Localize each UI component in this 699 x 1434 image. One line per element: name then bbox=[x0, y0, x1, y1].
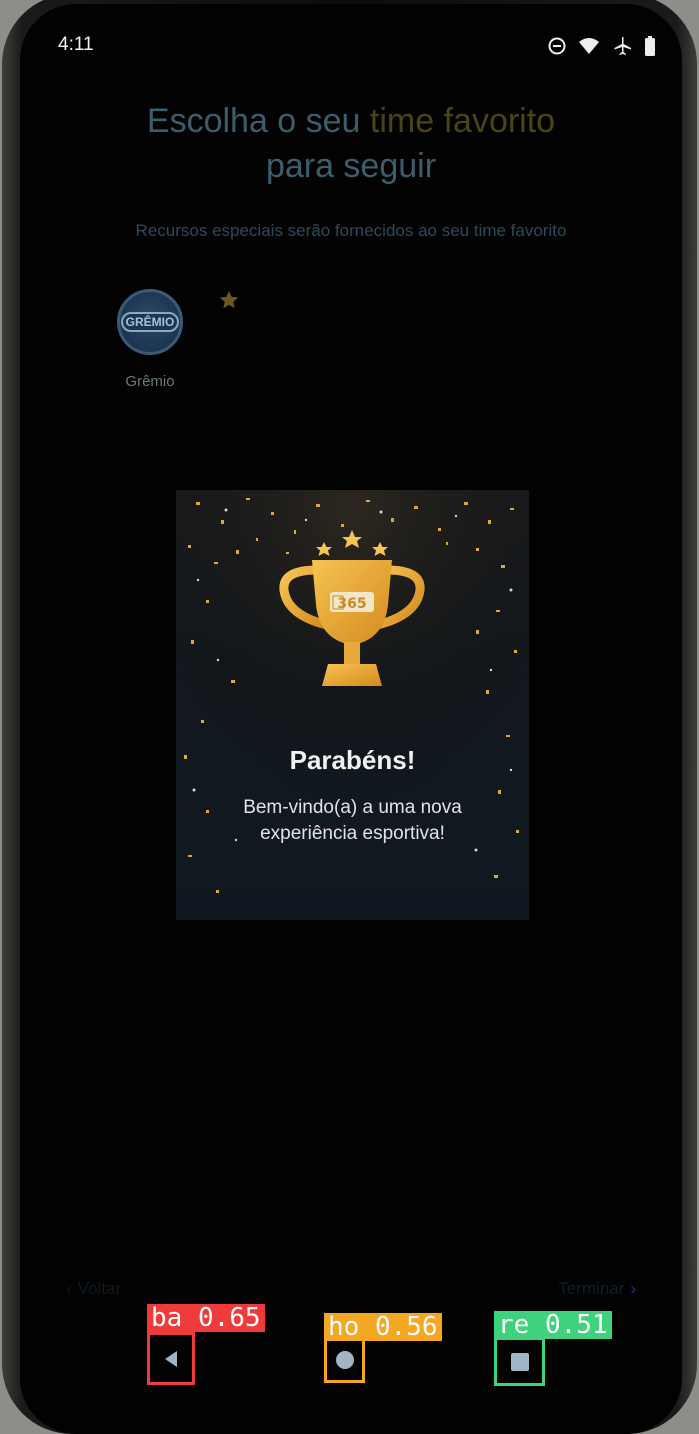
team-logo-text: GRÊMIO bbox=[120, 312, 180, 332]
back-nav-button[interactable] bbox=[147, 1332, 195, 1385]
chevron-right-icon: › bbox=[630, 1279, 636, 1298]
team-name: Grêmio bbox=[125, 373, 175, 390]
trophy-badge: 365 bbox=[337, 596, 366, 612]
android-nav-bar: ba 0.65 ho 0.56 re 0.51 bbox=[0, 1300, 699, 1400]
title-line2: para seguir bbox=[265, 147, 437, 185]
finish-link[interactable]: Terminar › bbox=[558, 1279, 636, 1299]
title-prefix: Escolha o seu bbox=[146, 102, 370, 140]
battery-icon bbox=[645, 36, 655, 56]
page-subtitle: Recursos especiais serão fornecidos ao s… bbox=[135, 221, 567, 240]
detection-label-recents: re 0.51 bbox=[494, 1311, 612, 1339]
back-triangle-icon bbox=[165, 1350, 177, 1367]
recents-square-icon bbox=[510, 1352, 529, 1371]
recents-nav-button[interactable] bbox=[494, 1337, 545, 1386]
wifi-icon bbox=[579, 38, 599, 54]
trophy-icon: 365 bbox=[279, 530, 425, 686]
finish-label: Terminar bbox=[558, 1279, 625, 1298]
chevron-left-icon: ‹ bbox=[66, 1279, 72, 1298]
app-screen: 4:11 Escolha o seu time favorito para se… bbox=[20, 4, 682, 1434]
modal-title: Parabéns! bbox=[289, 745, 416, 775]
title-highlight: time favorito bbox=[369, 102, 556, 140]
congrats-modal[interactable]: 365 Parabéns! Bem-vindo(a) a uma nova ex… bbox=[176, 490, 529, 920]
team-item-gremio[interactable]: GRÊMIO Grêmio bbox=[108, 289, 192, 390]
detection-label-back: ba 0.65 bbox=[147, 1304, 265, 1332]
do-not-disturb-icon bbox=[548, 37, 566, 55]
page-title: Escolha o seu time favorito para seguir bbox=[20, 99, 682, 189]
status-bar: 4:11 bbox=[20, 4, 682, 84]
airplane-icon bbox=[614, 37, 631, 55]
home-nav-button[interactable] bbox=[324, 1337, 365, 1383]
back-link[interactable]: ‹ Voltar bbox=[66, 1279, 121, 1299]
home-circle-icon bbox=[335, 1351, 354, 1369]
back-label: Voltar bbox=[77, 1279, 122, 1298]
modal-body: Bem-vindo(a) a uma nova experiência espo… bbox=[243, 797, 462, 844]
status-time: 4:11 bbox=[58, 34, 94, 55]
status-icons bbox=[548, 36, 656, 56]
favorite-star-icon[interactable] bbox=[218, 289, 240, 311]
phone-frame: 4:11 Escolha o seu time favorito para se… bbox=[2, 0, 697, 1434]
team-logo: GRÊMIO bbox=[117, 289, 183, 355]
